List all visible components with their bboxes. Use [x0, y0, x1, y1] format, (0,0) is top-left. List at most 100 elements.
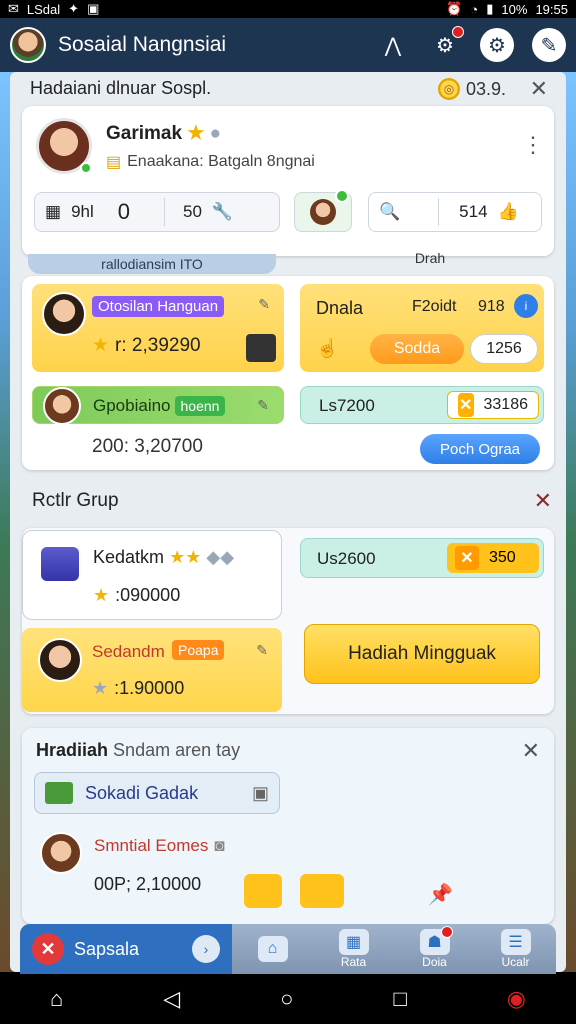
friend-avatar: [310, 199, 336, 225]
nav-item-home[interactable]: ⌂: [232, 924, 313, 974]
alarm-icon: ⏰: [446, 1, 463, 16]
friend-avatar-box[interactable]: [294, 189, 352, 232]
reward-sub: F2oidt: [412, 298, 457, 315]
tab-right[interactable]: Drah: [390, 248, 470, 268]
leader-2-action-icon[interactable]: ✎: [257, 397, 269, 414]
member-2-badge: Poapa: [172, 640, 225, 660]
settings-icon[interactable]: ⚙: [428, 26, 464, 62]
member-1-name-text: Kedatkm: [93, 547, 165, 567]
nav-item-rata[interactable]: ▦ Rata: [313, 924, 394, 974]
close-icon[interactable]: ✕: [534, 488, 552, 514]
player-score: 00P; 2,10000: [94, 874, 202, 894]
gift-icon[interactable]: [244, 874, 282, 908]
info-icon[interactable]: i: [514, 294, 538, 318]
stat-divider: [164, 198, 165, 226]
notification-dot: [441, 926, 453, 938]
system-navigation: ⌂ ◁ ○ □ ◉: [0, 974, 576, 1024]
menu-icon: ☰: [500, 929, 531, 955]
group-member-2[interactable]: Sedandm Poapa ✎ ★ :1.90000: [22, 628, 282, 712]
thumbs-icon: 👍: [497, 202, 519, 221]
edit-icon[interactable]: ✎: [532, 28, 566, 62]
star-icon: ★: [92, 335, 110, 356]
home-icon[interactable]: ⌂: [50, 986, 63, 1012]
bag-icon: ▣: [251, 782, 269, 803]
member-2-score-text: :1.90000: [114, 678, 185, 698]
notification-dot: [452, 26, 464, 38]
recents-icon[interactable]: □: [393, 986, 406, 1012]
leaderboard-card: Otosilan Hanguan ✎ ★ r: 2,39290 Gpobiain…: [22, 276, 554, 470]
profile-card: Garimak ★ ● ▤ Enaakana: Batgaln 8ngnai ⋮…: [22, 106, 554, 256]
nav-item-doia[interactable]: ☗ Doia: [394, 924, 475, 974]
nav-home-label: Sapsala: [74, 938, 140, 959]
tab-left[interactable]: rallodiansim ITO: [28, 254, 276, 274]
carrier-text: LSdal: [26, 1, 61, 17]
member-2-avatar: [38, 638, 82, 682]
leader-2-name: Gpobiaino hoenn: [93, 396, 226, 416]
home-icon: ⌂: [257, 936, 288, 962]
reward-count: 918: [478, 298, 505, 315]
member-2-action-icon[interactable]: ✎: [256, 642, 268, 659]
app-bar: Sosaial Nangnsiai ⋀ ⚙ ⚙ ✎: [0, 18, 576, 72]
coins-icon[interactable]: [300, 874, 344, 908]
group-member-1[interactable]: Kedatkm ★★ ◆◆ ★ :090000: [22, 530, 282, 620]
chest-icon: [246, 334, 276, 362]
player-avatar: [40, 832, 82, 874]
nav-home-tab[interactable]: ✕ Sapsala ›: [20, 924, 232, 974]
reward-claim-button[interactable]: Sodda: [370, 334, 464, 364]
wifi-icon: ◔: [470, 1, 479, 17]
circle-home-icon[interactable]: ○: [280, 986, 293, 1012]
close-icon[interactable]: ✕: [522, 738, 540, 764]
leader-2-score: 200: 3,20700: [92, 436, 203, 457]
close-icon[interactable]: ✕: [530, 76, 548, 102]
time-text: 19:55: [535, 1, 568, 17]
back-icon[interactable]: ◁: [163, 986, 180, 1012]
profile-subtitle-text: Enaakana: Batgaln 8ngnai: [127, 153, 315, 170]
reward-count-button[interactable]: 1256: [470, 334, 538, 364]
coin-icon: ◎: [437, 78, 460, 100]
reward-title-bold: Hradiiah: [36, 740, 109, 760]
member-2-score: ★ :1.90000: [92, 678, 184, 699]
nav-item-label: Rata: [340, 955, 367, 969]
group-value-box: ✕ 350: [447, 543, 539, 573]
primary-action-button[interactable]: Poch Ograa: [420, 434, 540, 464]
ticket-icon: ✕: [458, 393, 474, 417]
coins-stack-icon: ▤: [106, 154, 122, 171]
status-bar: ✉ LSdal ✦ ▣ ⏰ ◔ ▮ 10% 19:55: [0, 0, 576, 18]
leader-1-action-icon[interactable]: ✎: [258, 296, 270, 313]
gear-icon[interactable]: ⚙: [480, 28, 514, 62]
weekly-reward-button[interactable]: Hadiah Mingguak: [304, 624, 540, 684]
grid-icon: ▦: [45, 202, 62, 221]
more-options-icon[interactable]: ⋮: [522, 132, 544, 158]
leader-2-name-text: Gpobiaino: [93, 396, 171, 415]
profile-subtitle: ▤ Enaakana: Batgaln 8ngnai: [106, 152, 315, 172]
search-box[interactable]: 🔍 514 👍: [368, 192, 542, 232]
battery-text: 10%: [501, 1, 528, 17]
search-icon: 🔍: [379, 202, 401, 221]
compass-icon[interactable]: ⋀: [376, 28, 410, 62]
mint-value-box: ✕ 33186: [447, 391, 539, 419]
home-badge-icon: ✕: [32, 933, 64, 965]
reward-section: Hradiiah Sndam aren tay ✕ Sokadi Gadak ▣…: [22, 728, 554, 924]
bottom-navigation: ✕ Sapsala › ⌂ ▦ Rata ☗ Doia ☰ Ucalr: [20, 924, 556, 974]
user-avatar[interactable]: [10, 27, 46, 63]
gem-icon: ◆◆: [206, 547, 235, 567]
reward-chip[interactable]: Sokadi Gadak ▣: [34, 772, 280, 814]
player-name-text: Smntial Eomes: [94, 836, 209, 855]
player-name: Smntial Eomes ◙: [94, 836, 225, 856]
leader-row-1[interactable]: Otosilan Hanguan ✎ ★ r: 2,39290: [32, 284, 284, 372]
leader-row-2[interactable]: Gpobiaino hoenn ✎: [32, 386, 284, 425]
chart-icon: ▦: [338, 929, 369, 955]
nav-item-ucalr[interactable]: ☰ Ucalr: [475, 924, 556, 974]
profile-name-text: Garimak: [106, 123, 183, 144]
app-launcher-icon[interactable]: ◉: [507, 986, 526, 1012]
coin-balance: 03.9.: [465, 78, 506, 99]
mint-row: Ls7200 ✕ 33186: [300, 386, 544, 424]
reward-chip-label: Sokadi Gadak: [85, 782, 199, 803]
member-1-score: ★ :090000: [93, 585, 180, 606]
stat-box: ▦ 9hl 0 50 🔧: [34, 192, 280, 232]
cube-icon: [41, 547, 79, 581]
pin-icon[interactable]: 📌: [428, 882, 453, 907]
mint-label: Ls7200: [319, 396, 375, 415]
stat-value-2: 50: [183, 202, 202, 221]
leader-2-badge: hoenn: [174, 396, 226, 416]
